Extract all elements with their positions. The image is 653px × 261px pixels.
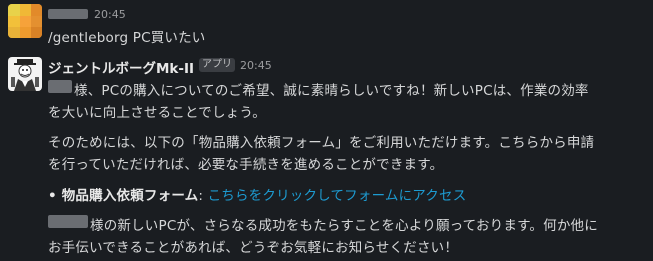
paragraph-3-line-2: お手伝いできることがあれば、どうぞお気軽にお知らせください！: [48, 240, 459, 256]
message-timestamp[interactable]: 20:45: [240, 59, 272, 72]
bot-avatar-icon[interactable]: [8, 57, 42, 91]
message-text: /gentleborg PC買いたい: [48, 30, 206, 46]
redacted-username[interactable]: [48, 80, 72, 93]
message-timestamp[interactable]: 20:45: [94, 8, 126, 21]
paragraph-2-line-1: そのためには、以下の「物品購入依頼フォーム」をご利用いただけます。こちらから申請: [48, 135, 595, 151]
app-badge: アプリ: [199, 58, 235, 72]
bullet-item: • 物品購入依頼フォーム: こちらをクリックしてフォームにアクセス: [48, 184, 466, 204]
bot-name[interactable]: ジェントルボーグMk-II: [48, 57, 194, 77]
paragraph-1-line-2: を大いに向上させることでしょう。: [48, 105, 266, 121]
redacted-username[interactable]: [48, 9, 88, 19]
paragraph-3-line-1: 様の新しいPCが、さらなる成功をもたらすことを心より願っております。何か他に: [90, 218, 598, 234]
redacted-username[interactable]: [48, 215, 88, 228]
paragraph-1-line-1: 様、PCの購入についてのご希望、誠に素晴らしいですね！新しいPCは、作業の効率: [74, 83, 589, 99]
paragraph-2-line-2: を行っていただければ、必要な手続きを進めることができます。: [48, 157, 444, 173]
bullet-colon: :: [198, 188, 208, 204]
user-avatar-icon[interactable]: [8, 4, 42, 38]
form-link[interactable]: こちらをクリックしてフォームにアクセス: [208, 188, 467, 204]
bullet-label: • 物品購入依頼フォーム: [48, 188, 199, 204]
